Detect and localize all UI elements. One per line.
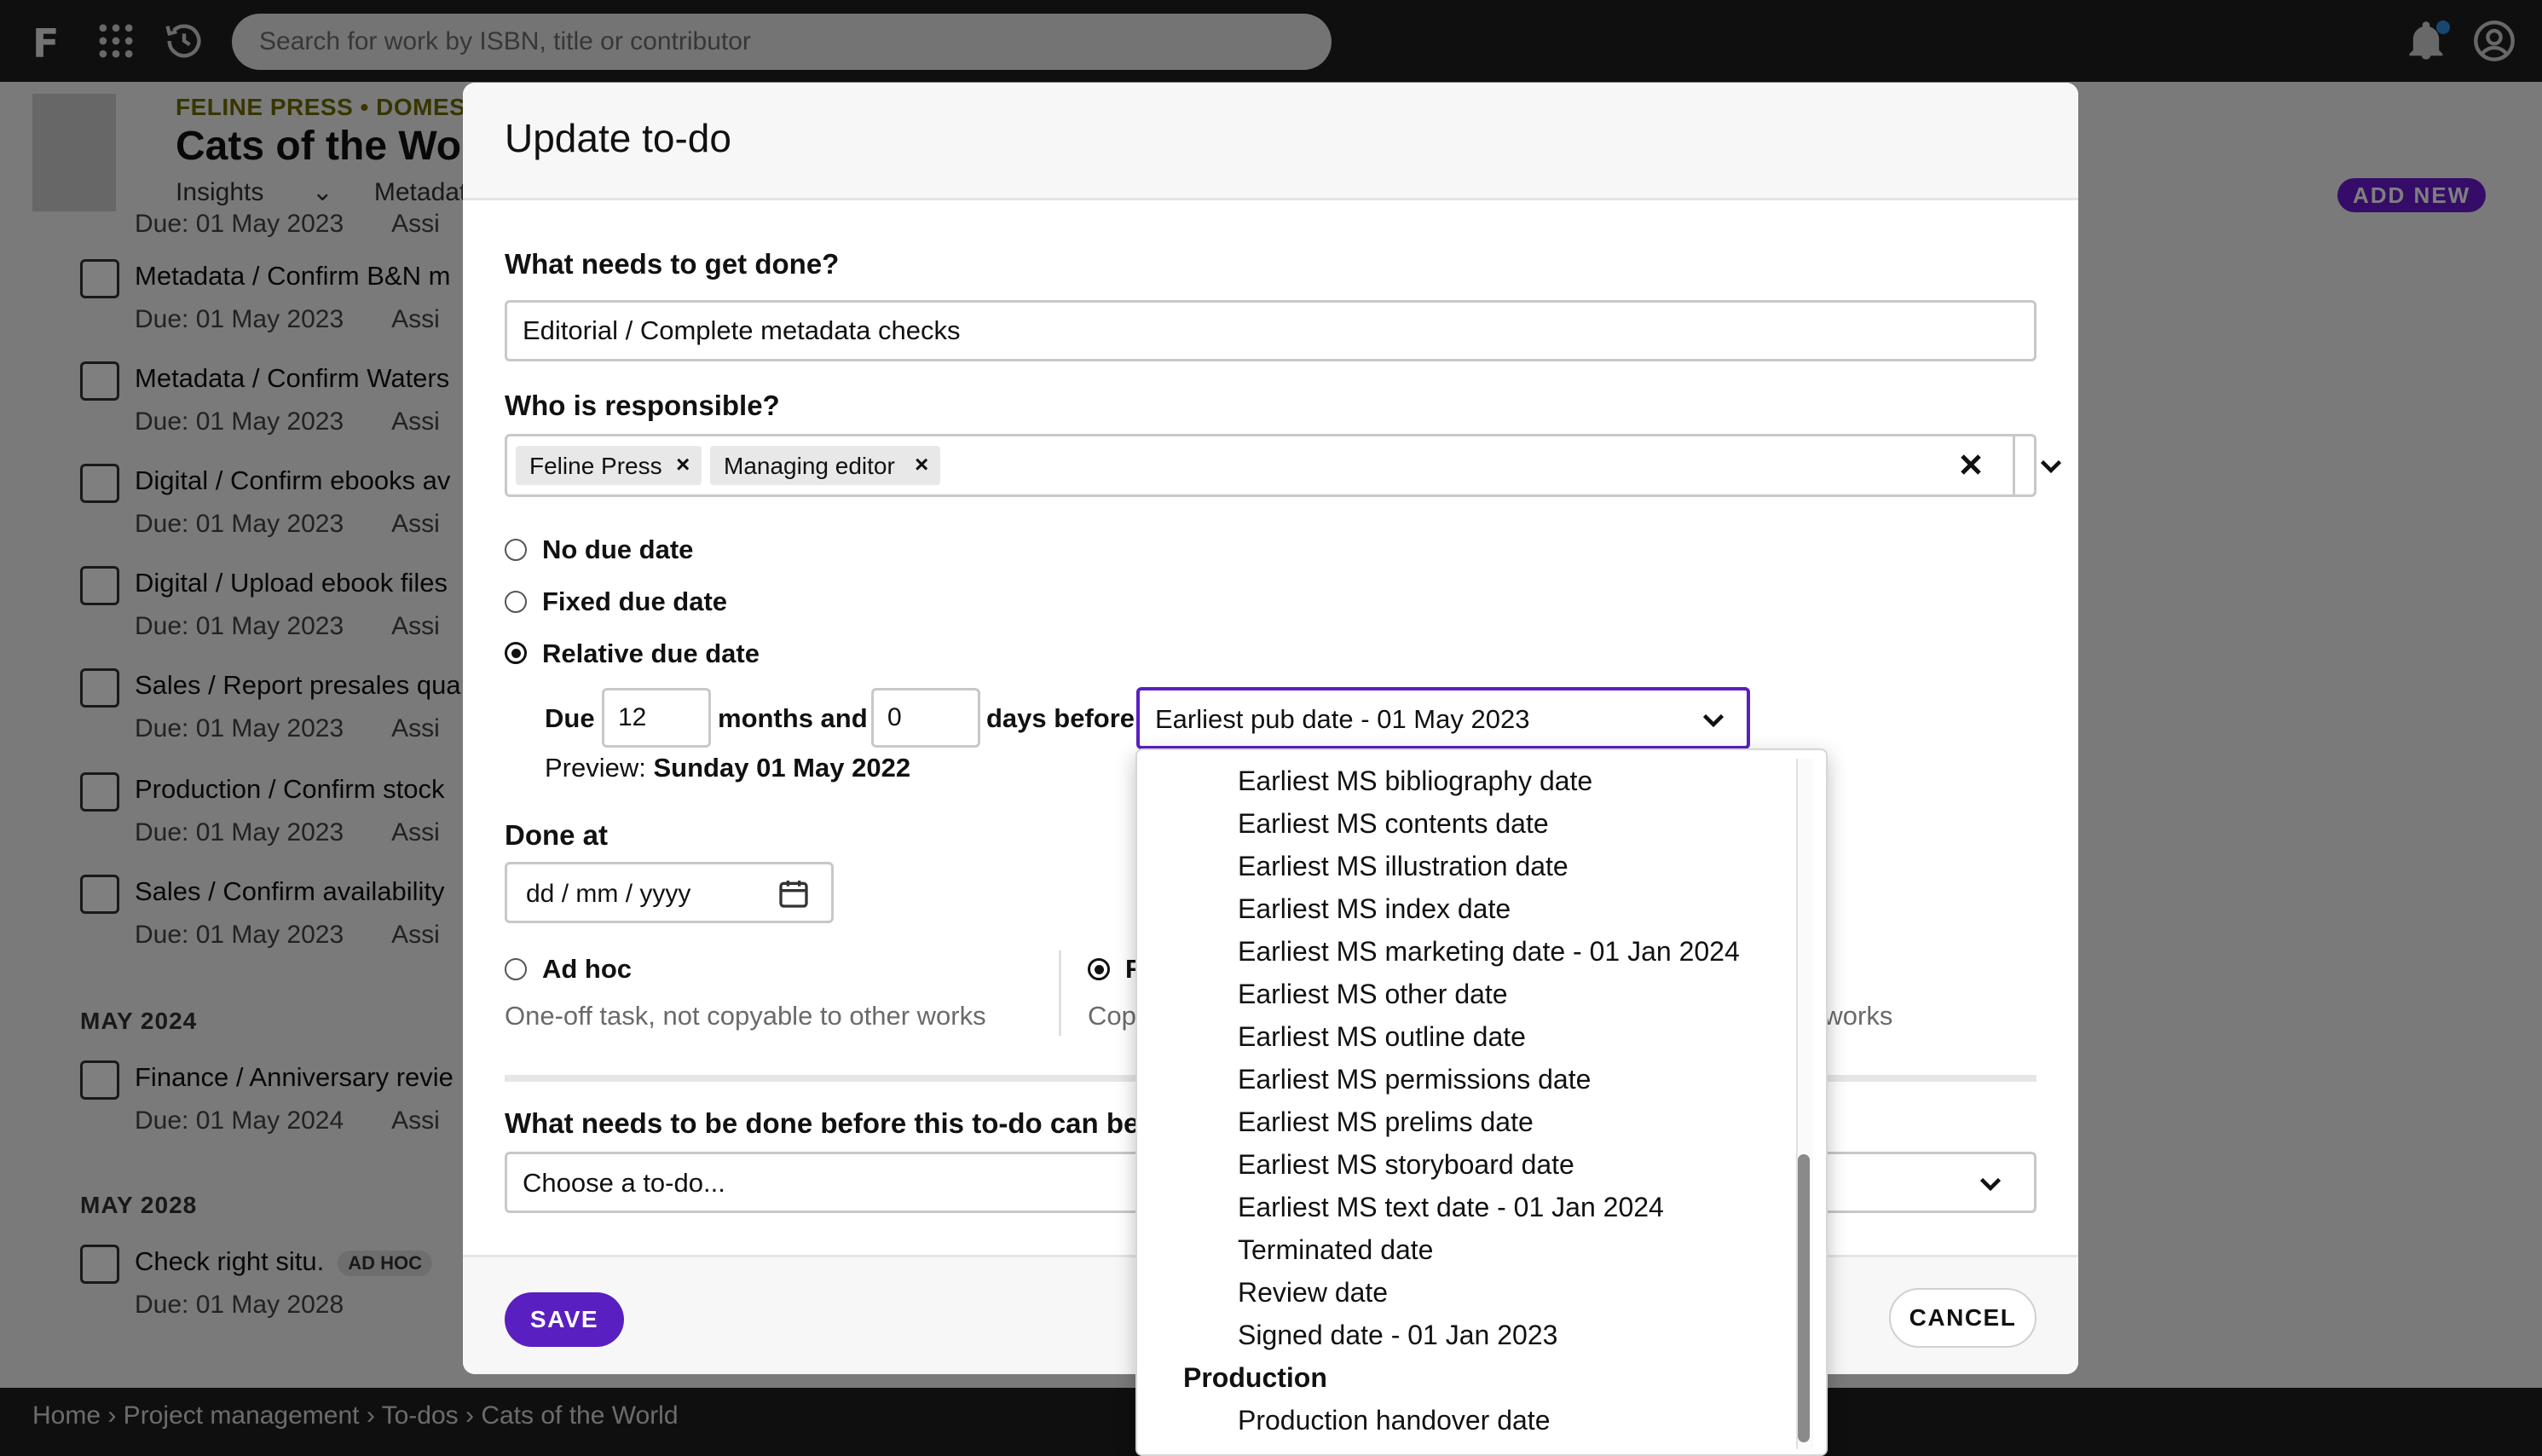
fixed-due-date-radio[interactable] (505, 591, 527, 613)
done-at-label: Done at (505, 819, 609, 851)
months-and-label: months and (718, 703, 868, 733)
recurring-radio[interactable] (1088, 958, 1110, 980)
scrollbar-thumb[interactable] (1798, 1154, 1810, 1442)
dependency-label: What needs to be done before this to-do … (505, 1107, 1187, 1139)
select-separator (2013, 436, 2015, 494)
save-button[interactable]: SAVE (505, 1292, 624, 1347)
dependency-placeholder: Choose a to-do... (523, 1168, 725, 1198)
chevron-down-icon[interactable] (2036, 450, 2066, 481)
preview-text: Preview: Sunday 01 May 2022 (545, 753, 910, 783)
chevron-down-icon (1698, 704, 1729, 735)
option-item[interactable]: Production handover date (1238, 1405, 1550, 1436)
months-input[interactable] (602, 688, 711, 748)
option-item[interactable]: Earliest MS text date - 01 Jan 2024 (1238, 1192, 1664, 1223)
done-at-date-input[interactable]: dd / mm / yyyy (505, 862, 834, 923)
chip-remove-icon[interactable]: × (915, 451, 928, 478)
dialog-title: Update to-do (505, 116, 731, 160)
ad-hoc-label[interactable]: Ad hoc (542, 954, 632, 985)
ad-hoc-description: One-off task, not copyable to other work… (505, 1001, 986, 1031)
calendar-icon[interactable] (777, 876, 811, 910)
chip-remove-icon[interactable]: × (676, 451, 690, 478)
relative-date-options-list[interactable]: Earliest MS bibliography date Earliest M… (1135, 748, 1828, 1456)
date-placeholder: dd / mm / yyyy (526, 880, 691, 908)
option-item[interactable]: Earliest MS storyboard date (1238, 1149, 1574, 1181)
option-group-heading: Production (1183, 1362, 1327, 1393)
option-item[interactable]: Earliest MS outline date (1238, 1021, 1526, 1053)
relative-due-date-label[interactable]: Relative due date (542, 638, 760, 669)
relative-date-select[interactable]: Earliest pub date - 01 May 2023 (1136, 687, 1750, 749)
option-item[interactable]: Terminated date (1238, 1234, 1433, 1266)
option-divider (1059, 950, 1061, 1036)
relative-date-value: Earliest pub date - 01 May 2023 (1155, 704, 1530, 734)
cancel-button[interactable]: CANCEL (1889, 1288, 2036, 1348)
todo-name-input[interactable] (505, 300, 2036, 361)
option-item[interactable]: Earliest MS index date (1238, 893, 1511, 925)
clear-icon[interactable] (1954, 448, 1988, 482)
chip-label: Managing editor (724, 453, 895, 479)
who-label: Who is responsible? (505, 390, 780, 421)
chevron-down-icon (1975, 1168, 2006, 1199)
due-prefix: Due (545, 703, 595, 733)
preview-value: Sunday 01 May 2022 (653, 753, 911, 783)
option-item[interactable]: Earliest MS marketing date - 01 Jan 2024 (1238, 936, 1740, 968)
option-item[interactable]: Review date (1238, 1277, 1388, 1309)
no-due-date-label[interactable]: No due date (542, 534, 693, 565)
option-item[interactable]: Earliest MS prelims date (1238, 1106, 1534, 1138)
responsible-multiselect[interactable]: Feline Press × Managing editor × (505, 434, 2062, 497)
option-item[interactable]: Earliest MS bibliography date (1238, 766, 1592, 797)
preview-label: Preview: (545, 753, 646, 783)
responsible-chip: Managing editor × (710, 446, 940, 485)
ad-hoc-radio[interactable] (505, 958, 527, 980)
option-item[interactable]: Earliest MS illustration date (1238, 851, 1569, 882)
what-label: What needs to get done? (505, 248, 840, 280)
days-before-label: days before (986, 703, 1135, 733)
no-due-date-radio[interactable] (505, 539, 527, 561)
option-item[interactable]: Earliest MS contents date (1238, 808, 1549, 840)
option-item[interactable]: Earliest MS permissions date (1238, 1064, 1591, 1095)
option-item[interactable]: Earliest MS other date (1238, 979, 1508, 1010)
dialog-header: Update to-do (463, 83, 2078, 200)
option-item[interactable]: Signed date - 01 Jan 2023 (1238, 1320, 1557, 1351)
responsible-chip: Feline Press × (516, 446, 702, 485)
fixed-due-date-label[interactable]: Fixed due date (542, 586, 727, 617)
recurring-description: Cop (1088, 1001, 1136, 1031)
days-input[interactable] (871, 688, 980, 748)
relative-due-date-radio[interactable] (505, 642, 527, 664)
chip-label: Feline Press (529, 453, 662, 479)
